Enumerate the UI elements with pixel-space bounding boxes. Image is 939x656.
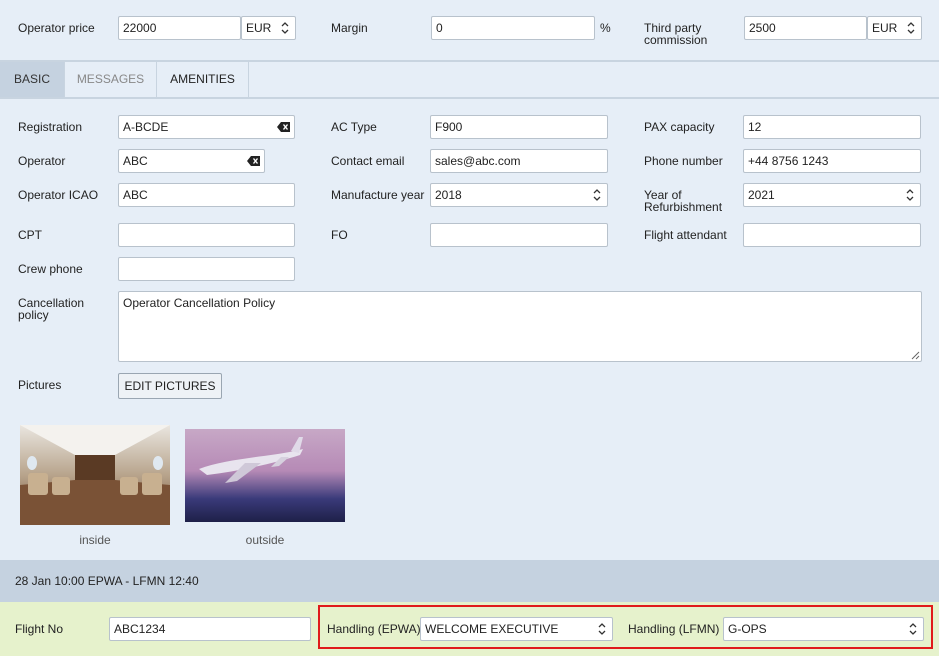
select-arrows-icon (906, 189, 914, 201)
basic-panel: Registration A-BCDE AC Type F900 PAX cap… (0, 99, 939, 560)
manufacture-year-label: Manufacture year (331, 188, 425, 202)
margin-percent-unit: % (600, 21, 611, 35)
cpt-input[interactable] (118, 223, 295, 247)
clear-icon[interactable] (247, 156, 260, 166)
operator-price-currency-select[interactable]: EUR (241, 16, 296, 40)
edit-pictures-button[interactable]: EDIT PICTURES (118, 373, 222, 399)
picture-outside-thumbnail[interactable] (185, 429, 345, 522)
operator-price-currency-value: EUR (246, 21, 272, 35)
fo-input[interactable] (430, 223, 608, 247)
third-party-currency-select[interactable]: EUR (867, 16, 922, 40)
flight-attendant-input[interactable] (743, 223, 921, 247)
manufacture-year-select[interactable]: 2018 (430, 183, 608, 207)
registration-value: A-BCDE (123, 120, 169, 134)
tab-messages[interactable]: MESSAGES (65, 62, 157, 97)
phone-number-label: Phone number (644, 154, 723, 168)
contact-email-label: Contact email (331, 154, 405, 168)
manufacture-year-value: 2018 (435, 188, 462, 202)
tab-basic[interactable]: BASIC (0, 62, 65, 97)
pictures-label: Pictures (18, 378, 62, 392)
cancellation-policy-value: Operator Cancellation Policy (123, 296, 276, 310)
cpt-label: CPT (18, 228, 42, 242)
aircraft-exterior-image (185, 429, 345, 522)
fo-label: FO (331, 228, 348, 242)
pax-capacity-label: PAX capacity (644, 120, 715, 134)
crew-phone-label: Crew phone (18, 262, 83, 276)
leg-header: 28 Jan 10:00 EPWA - LFMN 12:40 (0, 560, 939, 602)
registration-label: Registration (18, 120, 83, 134)
cancellation-policy-textarea[interactable]: Operator Cancellation Policy (118, 291, 922, 362)
ac-type-input[interactable]: F900 (430, 115, 608, 139)
operator-label: Operator (18, 154, 66, 168)
operator-price-input[interactable]: 22000 (118, 16, 241, 40)
phone-number-input[interactable]: +44 8756 1243 (743, 149, 921, 173)
operator-icao-label: Operator ICAO (18, 188, 99, 202)
pricing-section: Operator price 22000 EUR Margin 0 % Thir… (0, 0, 939, 62)
operator-icao-input[interactable]: ABC (118, 183, 295, 207)
select-arrows-icon (593, 189, 601, 201)
cabin-interior-image (20, 425, 170, 525)
flight-attendant-label: Flight attendant (644, 228, 727, 242)
clear-icon[interactable] (277, 122, 290, 132)
margin-input[interactable]: 0 (431, 16, 595, 40)
select-arrows-icon (907, 22, 915, 34)
pax-capacity-input[interactable]: 12 (743, 115, 921, 139)
margin-label: Margin (331, 21, 368, 35)
resize-handle-icon[interactable] (911, 351, 920, 360)
third-party-commission-input[interactable]: 2500 (744, 16, 867, 40)
picture-inside-caption: inside (79, 533, 111, 547)
flight-no-label: Flight No (15, 622, 64, 636)
contact-email-input[interactable]: sales@abc.com (430, 149, 608, 173)
tab-bar: BASIC MESSAGES AMENITIES (0, 62, 939, 99)
handling-highlight-box (318, 605, 933, 649)
picture-outside-caption: outside (245, 533, 285, 547)
crew-phone-input[interactable] (118, 257, 295, 281)
cancellation-policy-label-2: policy (18, 308, 49, 322)
operator-value: ABC (123, 154, 148, 168)
refurbishment-year-select[interactable]: 2021 (743, 183, 921, 207)
third-party-currency-value: EUR (872, 21, 898, 35)
operator-input[interactable]: ABC (118, 149, 265, 173)
flight-no-input[interactable]: ABC1234 (109, 617, 311, 641)
registration-input[interactable]: A-BCDE (118, 115, 295, 139)
tab-amenities[interactable]: AMENITIES (157, 62, 249, 97)
picture-inside-thumbnail[interactable] (20, 425, 170, 525)
refurbishment-year-value: 2021 (748, 188, 775, 202)
select-arrows-icon (281, 22, 289, 34)
third-party-commission-label-2: commission (644, 33, 708, 47)
ac-type-label: AC Type (331, 120, 377, 134)
leg-header-title: 28 Jan 10:00 EPWA - LFMN 12:40 (15, 574, 199, 588)
operator-price-label: Operator price (18, 21, 95, 35)
refurbishment-label-2: Refurbishment (644, 200, 723, 214)
